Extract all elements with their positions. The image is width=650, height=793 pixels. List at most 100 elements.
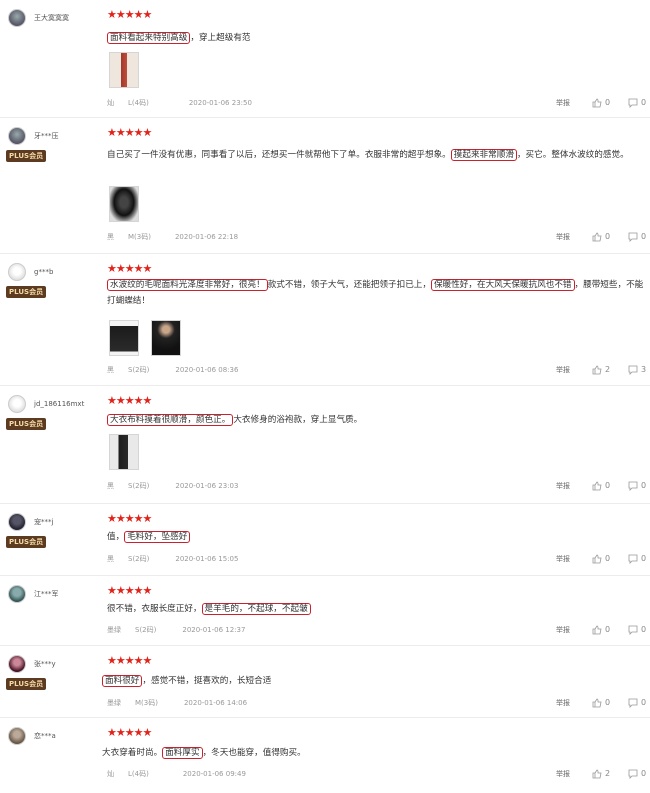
meta-size: S(2码): [128, 555, 150, 563]
review-text: 值， 毛料好，坠感好: [107, 529, 645, 545]
comment-button[interactable]: 0: [628, 624, 646, 636]
report-link[interactable]: 举报: [556, 553, 570, 565]
comment-count: 0: [641, 554, 647, 563]
meta-size: M(3码): [128, 233, 151, 241]
like-count: 0: [605, 232, 611, 241]
username[interactable]: 王大寞寞寞: [34, 13, 69, 23]
avatar[interactable]: [8, 655, 26, 673]
comment-button[interactable]: 0: [628, 480, 646, 492]
like-count: 0: [605, 625, 611, 634]
review-photo[interactable]: [109, 320, 139, 356]
review-text: 大衣布料摸着很顺滑，颜色正。 大衣修身的浴袍款，穿上显气质。: [107, 412, 645, 428]
review-item: 张***y PLUS会员 ★★★★★ 面料很好 ，感觉不错，挺喜欢的，长短合适 墨…: [0, 646, 650, 718]
star-rating: ★★★★★: [107, 726, 152, 739]
meta-color: 墨绿: [107, 699, 121, 707]
comment-count: 0: [641, 698, 647, 707]
like-button[interactable]: 2: [592, 364, 610, 376]
username[interactable]: 牙***压: [34, 131, 59, 141]
review-photo[interactable]: [109, 186, 139, 222]
username[interactable]: g***b: [34, 268, 53, 276]
like-count: 2: [605, 769, 611, 778]
review-photo[interactable]: [109, 434, 139, 470]
like-button[interactable]: 0: [592, 697, 610, 709]
report-link[interactable]: 举报: [556, 364, 570, 376]
review-user[interactable]: 牙***压: [8, 126, 59, 146]
comment-icon: [628, 98, 638, 108]
username[interactable]: 江***军: [34, 589, 59, 599]
review-user[interactable]: jd_186116mxt: [8, 394, 84, 414]
highlight: 保暖性好，在大风天保暖抗风也不错: [431, 279, 575, 291]
like-button[interactable]: 0: [592, 553, 610, 565]
text-segment: ，感觉不错，挺喜欢的，长短合适: [142, 676, 272, 686]
comment-button[interactable]: 3: [628, 364, 646, 376]
comment-button[interactable]: 0: [628, 697, 646, 709]
avatar[interactable]: [8, 263, 26, 281]
report-link[interactable]: 举报: [556, 697, 570, 709]
comment-count: 0: [641, 625, 647, 634]
meta-color: 灿: [107, 770, 114, 778]
meta-size: M(3码): [135, 699, 158, 707]
avatar[interactable]: [8, 585, 26, 603]
review-text: 很不错，衣服长度正好， 是羊毛的，不起球，不起皱: [107, 601, 645, 617]
meta-color: 黑: [107, 366, 114, 374]
review-user[interactable]: g***b: [8, 262, 53, 282]
like-button[interactable]: 2: [592, 768, 610, 780]
text-segment: 很不错，衣服长度正好，: [107, 604, 202, 614]
username[interactable]: 恋***a: [34, 731, 56, 741]
meta-color: 黑: [107, 555, 114, 563]
meta-date: 2020-01-06 14:06: [183, 699, 248, 707]
review-photo[interactable]: [109, 52, 139, 88]
avatar[interactable]: [8, 395, 26, 413]
comment-button[interactable]: 0: [628, 768, 646, 780]
review-item: jd_186116mxt PLUS会员 ★★★★★ 大衣布料摸着很顺滑，颜色正。…: [0, 386, 650, 504]
plus-member-badge: PLUS会员: [6, 150, 47, 162]
meta-date: 2020-01-06 12:37: [182, 626, 246, 634]
highlight: 大衣布料摸着很顺滑，颜色正。: [107, 414, 234, 426]
like-button[interactable]: 0: [592, 480, 610, 492]
report-link[interactable]: 举报: [556, 231, 570, 243]
report-link[interactable]: 举报: [556, 624, 570, 636]
review-user[interactable]: 恋***a: [8, 726, 56, 746]
review-item: 江***军 ★★★★★ 很不错，衣服长度正好， 是羊毛的，不起球，不起皱 墨绿 S(…: [0, 576, 650, 646]
review-text: 自己买了一件没有优惠，同事看了以后，还想买一件就帮他下了单。衣服非常的超乎想象。…: [107, 147, 645, 163]
avatar[interactable]: [8, 513, 26, 531]
meta-date: 2020-01-06 15:05: [175, 555, 239, 563]
meta-color: 黑: [107, 482, 114, 490]
review-item: 宠***j PLUS会员 ★★★★★ 值， 毛料好，坠感好 黑 S(2码) 2020-…: [0, 504, 650, 576]
like-button[interactable]: 0: [592, 624, 610, 636]
plus-member-badge: PLUS会员: [6, 536, 47, 548]
report-link[interactable]: 举报: [556, 768, 570, 780]
avatar[interactable]: [8, 9, 26, 27]
avatar[interactable]: [8, 127, 26, 145]
like-count: 0: [605, 554, 611, 563]
comment-button[interactable]: 0: [628, 231, 646, 243]
avatar[interactable]: [8, 727, 26, 745]
review-meta: 墨绿 M(3码) 2020-01-06 14:06: [107, 697, 261, 709]
highlight: 水波纹的毛呢面料光泽度非常好，很亮！: [107, 279, 268, 291]
like-button[interactable]: 0: [592, 97, 610, 109]
like-count: 0: [605, 698, 611, 707]
review-user[interactable]: 江***军: [8, 584, 59, 604]
report-link[interactable]: 举报: [556, 480, 570, 492]
comment-button[interactable]: 0: [628, 553, 646, 565]
review-text: 大衣穿着时尚。 面料厚实 ，冬天也能穿，值得购买。: [102, 745, 640, 761]
review-text: 水波纹的毛呢面料光泽度非常好，很亮！ 款式不错，领子大气，还能把领子扣已上， 保暖性…: [107, 277, 645, 309]
review-photo[interactable]: [151, 320, 181, 356]
thumbs-up-icon: [592, 481, 602, 491]
comment-icon: [628, 365, 638, 375]
username[interactable]: 张***y: [34, 659, 56, 669]
username[interactable]: 宠***j: [34, 517, 53, 527]
comment-button[interactable]: 0: [628, 97, 646, 109]
comment-icon: [628, 625, 638, 635]
meta-size: S(2码): [128, 482, 150, 490]
review-user[interactable]: 张***y: [8, 654, 56, 674]
star-rating: ★★★★★: [107, 584, 152, 597]
username[interactable]: jd_186116mxt: [34, 400, 84, 408]
meta-color: 灿: [107, 99, 114, 107]
like-button[interactable]: 0: [592, 231, 610, 243]
review-user[interactable]: 王大寞寞寞: [8, 8, 69, 28]
thumbs-up-icon: [592, 698, 602, 708]
star-rating: ★★★★★: [107, 394, 152, 407]
report-link[interactable]: 举报: [556, 97, 570, 109]
review-user[interactable]: 宠***j: [8, 512, 53, 532]
